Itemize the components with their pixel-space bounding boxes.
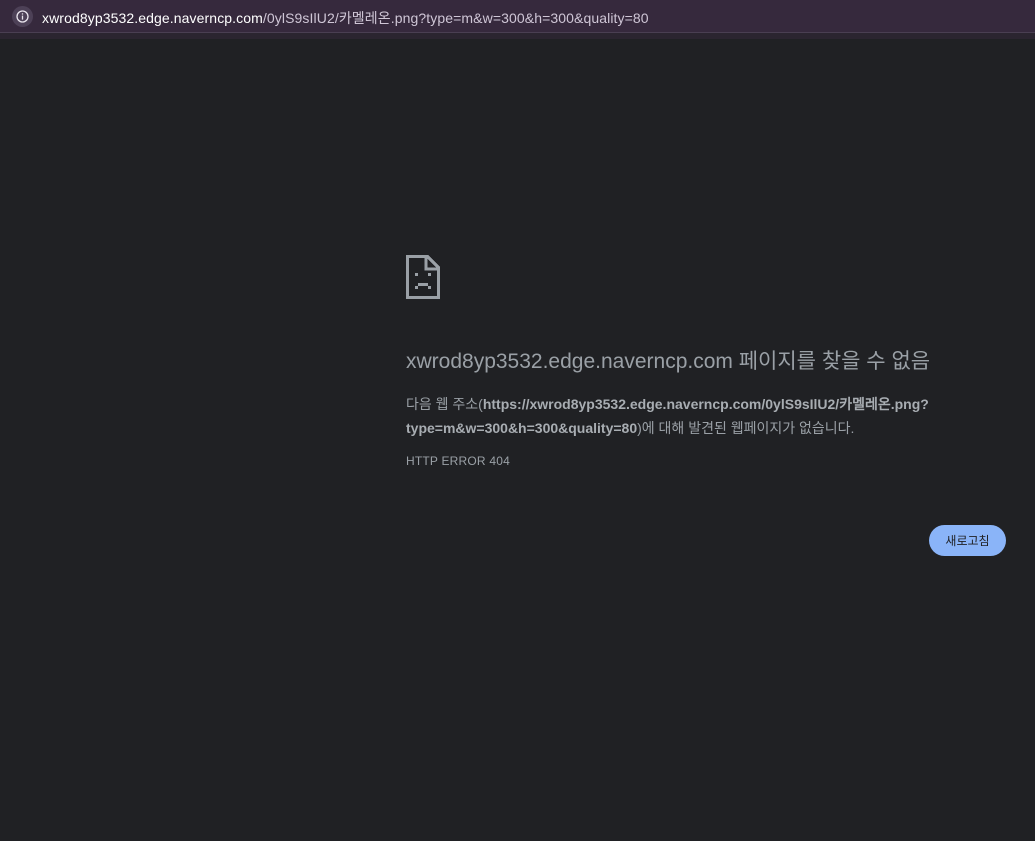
- url-host: xwrod8yp3532.edge.naverncp.com: [42, 10, 263, 26]
- url-path: /0ylS9sIlU2/카멜레온.png?type=m&w=300&h=300&…: [262, 10, 649, 26]
- sad-page-icon: [406, 255, 440, 299]
- desc-prefix: 다음 웹 주소(: [406, 396, 483, 412]
- reload-button[interactable]: 새로고침: [929, 525, 1006, 556]
- toolbar-divider: [0, 33, 1035, 39]
- desc-suffix: )에 대해 발견된 웹페이지가 없습니다.: [637, 420, 855, 436]
- address-bar[interactable]: xwrod8yp3532.edge.naverncp.com/0ylS9sIlU…: [0, 0, 1035, 33]
- url-text[interactable]: xwrod8yp3532.edge.naverncp.com/0ylS9sIlU…: [42, 8, 649, 28]
- info-icon[interactable]: [12, 6, 33, 27]
- error-description: 다음 웹 주소(https://xwrod8yp3532.edge.navern…: [406, 392, 1006, 440]
- error-code: HTTP ERROR 404: [406, 454, 510, 468]
- page-title: xwrod8yp3532.edge.naverncp.com 페이지를 찾을 수…: [406, 350, 931, 373]
